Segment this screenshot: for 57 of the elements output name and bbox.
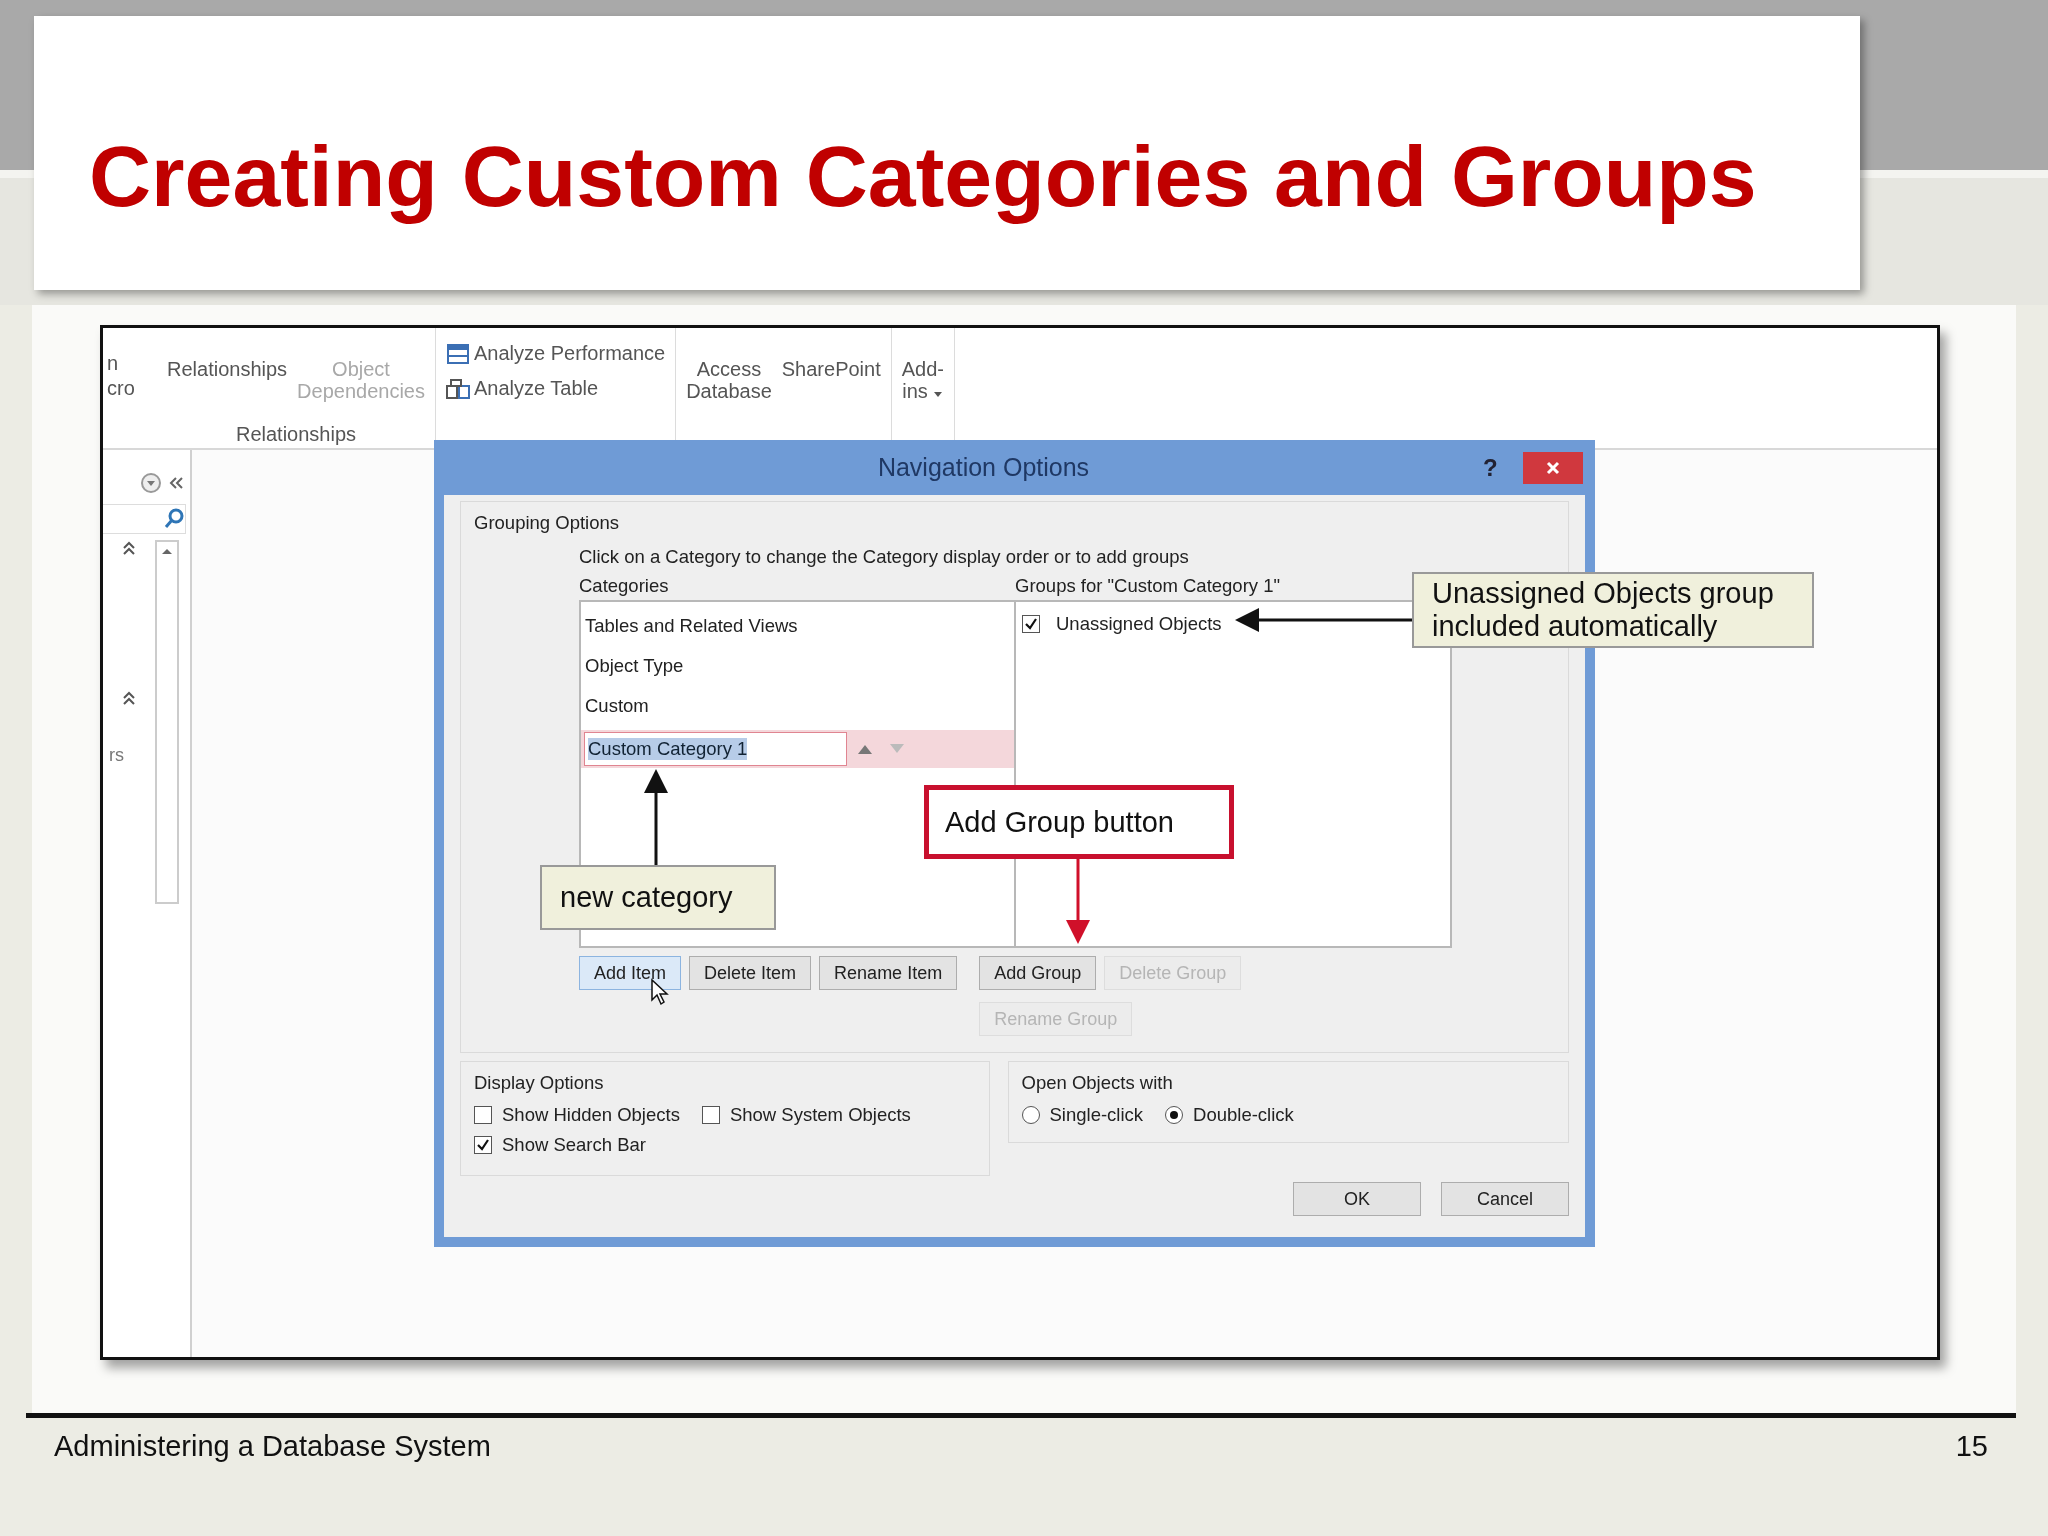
- dialog-button[interactable]: OK: [1293, 1182, 1421, 1216]
- help-button[interactable]: ?: [1483, 453, 1523, 482]
- ribbon-button[interactable]: Analyze Performance: [473, 342, 666, 365]
- list-label: Categories: [579, 574, 670, 598]
- list-item[interactable]: Object Type: [581, 650, 1014, 682]
- search-icon[interactable]: [163, 508, 185, 530]
- checkbox-label[interactable]: Show Hidden Objects: [502, 1104, 680, 1126]
- radio-button[interactable]: [1165, 1106, 1184, 1124]
- nav-item[interactable]: rs: [109, 745, 124, 766]
- dropdown-icon[interactable]: [140, 472, 162, 494]
- frame-legend: Display Options: [461, 1062, 989, 1094]
- checkbox[interactable]: [474, 1106, 492, 1124]
- list-item[interactable]: Custom Category 1: [581, 730, 1014, 768]
- dialog-button[interactable]: Rename Item: [819, 956, 958, 990]
- ribbon-label: n: [107, 352, 120, 375]
- dialog-button[interactable]: Add Group: [979, 956, 1097, 990]
- radio-button[interactable]: [1021, 1106, 1040, 1124]
- callout-box: new category: [540, 865, 776, 930]
- move-up-icon[interactable]: [857, 743, 873, 755]
- radio-label[interactable]: Double-click: [1193, 1104, 1294, 1126]
- checkbox-label[interactable]: Show System Objects: [729, 1104, 911, 1126]
- checkbox[interactable]: [1022, 615, 1040, 633]
- close-button[interactable]: [1523, 451, 1583, 484]
- list-item[interactable]: Unassigned Objects: [1056, 613, 1222, 635]
- checkbox[interactable]: [701, 1106, 720, 1124]
- instruction-text: Click on a Category to change the Category display order or to add groups: [579, 545, 1190, 569]
- close-icon[interactable]: [1545, 459, 1561, 476]
- dialog-button[interactable]: Cancel: [1441, 1182, 1569, 1216]
- callout-box: Unassigned Objects group included automatically: [1412, 572, 1814, 648]
- cursor-icon: [650, 978, 670, 1006]
- ribbon-button[interactable]: Add- ins: [901, 328, 944, 448]
- caret-icon[interactable]: [933, 390, 944, 398]
- radio-label[interactable]: Single-click: [1049, 1104, 1144, 1126]
- dialog-title: Navigation Options: [876, 453, 1091, 482]
- checkbox[interactable]: [474, 1136, 492, 1154]
- frame-legend: Grouping Options: [461, 502, 1568, 534]
- double-chevron-icon[interactable]: [121, 690, 137, 706]
- list-item[interactable]: Custom: [581, 690, 1014, 722]
- search-field[interactable]: [103, 504, 186, 534]
- double-chevron-icon[interactable]: [121, 540, 137, 556]
- dialog-button[interactable]: Add Item: [579, 956, 682, 990]
- group-label: Relationships: [234, 423, 357, 447]
- list-item[interactable]: Tables and Related Views: [581, 610, 1014, 642]
- rename-field[interactable]: Custom Category 1: [584, 732, 847, 766]
- frame-legend: Open Objects with: [1008, 1062, 1568, 1094]
- footer-text: Administering a Database System: [54, 1430, 491, 1463]
- page-number: 15: [1955, 1430, 1988, 1463]
- ribbon-button[interactable]: Analyze Table: [473, 377, 599, 400]
- tables-icon: [445, 377, 470, 400]
- dialog-button[interactable]: Delete Item: [689, 956, 812, 990]
- ribbon-label: cro: [107, 377, 136, 400]
- checkbox-label[interactable]: Show Search Bar: [502, 1134, 646, 1156]
- slide-title: Creating Custom Categories and Groups: [89, 126, 1757, 226]
- ribbon-button[interactable]: Relationships: [167, 328, 288, 423]
- callout-box: Add Group button: [924, 785, 1234, 859]
- scrollbar[interactable]: [155, 540, 179, 904]
- table-icon: [445, 342, 470, 365]
